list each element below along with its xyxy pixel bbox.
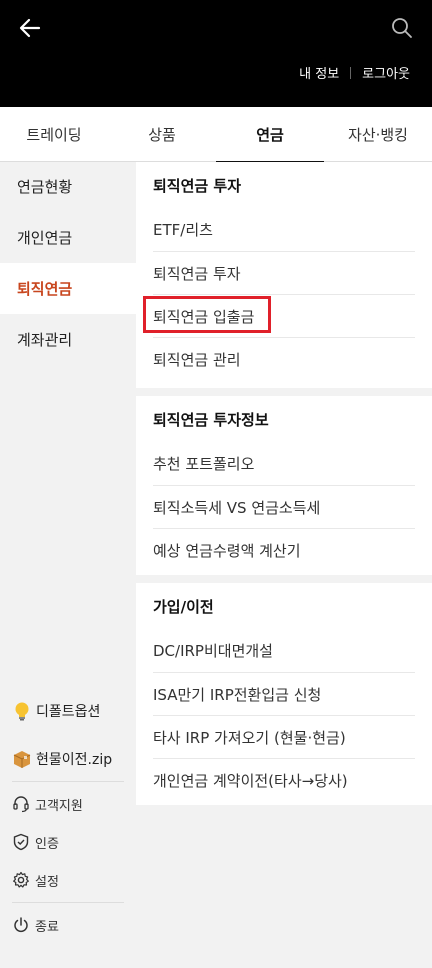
default-option-label: 디폴트옵션 [36,704,101,720]
divider [12,902,124,903]
search-icon [392,18,412,38]
shield-icon [12,833,30,851]
section-title: 가입/이전 [153,597,214,616]
menu-item-retirement-investment[interactable]: 퇴직연금 투자 [153,251,415,294]
section-retirement-info: 퇴직연금 투자정보 추천 포트폴리오 퇴직소득세 VS 연금소득세 예상 연금수… [136,396,432,575]
section-join-transfer: 가입/이전 DC/IRP비대면개설 ISA만기 IRP전환입금 신청 타사 IR… [136,583,432,805]
exit-label: 종료 [35,919,59,935]
menu-item-retirement-deposit-withdraw[interactable]: 퇴직연금 입출금 [153,294,415,337]
tab-assets-banking[interactable]: 자산·뱅킹 [324,107,432,162]
arrow-left-icon [19,18,41,38]
exit-button[interactable]: 종료 [0,906,136,944]
package-icon [12,749,32,769]
sidebar-item-account-management[interactable]: 계좌관리 [0,314,136,365]
settings-label: 설정 [35,874,59,890]
tab-trading[interactable]: 트레이딩 [0,107,108,162]
menu-item-pension-calculator[interactable]: 예상 연금수령액 계산기 [153,528,415,571]
menu-item-recommended-portfolio[interactable]: 추천 포트폴리오 [153,442,415,485]
header-links: 내 정보 로그아웃 [299,63,410,82]
top-header: 내 정보 로그아웃 [0,0,432,107]
sidebar-item-pension-status[interactable]: 연금현황 [0,161,136,212]
certificate-label: 인증 [35,836,59,852]
transfer-zip-link[interactable]: 현물이전.zip [0,740,136,778]
customer-support-link[interactable]: 고객지원 [0,785,136,823]
power-icon [12,916,30,934]
divider [12,781,124,782]
transfer-zip-label: 현물이전.zip [36,752,113,768]
menu-item-personal-pension-transfer[interactable]: 개인연금 계약이전(타사→당사) [153,758,415,801]
search-button[interactable] [386,12,418,44]
content-panel: 퇴직연금 투자 ETF/리츠 퇴직연금 투자 퇴직연금 입출금 퇴직연금 관리 … [136,162,432,968]
menu-item-isa-irp-transfer[interactable]: ISA만기 IRP전환입금 신청 [153,672,415,715]
logout-link[interactable]: 로그아웃 [362,63,410,82]
sidebar-item-personal-pension[interactable]: 개인연금 [0,212,136,263]
section-title: 퇴직연금 투자 [153,176,242,195]
menu-item-dc-irp-open[interactable]: DC/IRP비대면개설 [153,629,415,672]
tab-pension[interactable]: 연금 [216,107,324,163]
customer-support-label: 고객지원 [35,798,83,814]
section-retirement-investment: 퇴직연금 투자 ETF/리츠 퇴직연금 투자 퇴직연금 입출금 퇴직연금 관리 [136,162,432,388]
menu-item-import-irp[interactable]: 타사 IRP 가져오기 (현물·현금) [153,715,415,758]
sidebar: 연금현황 개인연금 퇴직연금 계좌관리 디폴트옵션 현물이전.zip 고객지원 … [0,162,136,968]
lightbulb-icon [12,701,32,721]
main-tabs: 트레이딩 상품 연금 자산·뱅킹 [0,107,432,163]
divider [350,66,352,79]
tab-products[interactable]: 상품 [108,107,216,162]
menu-item-etf-reits[interactable]: ETF/리츠 [153,208,415,251]
default-option-link[interactable]: 디폴트옵션 [0,692,136,730]
back-button[interactable] [14,12,46,44]
certificate-link[interactable]: 인증 [0,823,136,861]
menu-item-tax-comparison[interactable]: 퇴직소득세 VS 연금소득세 [153,485,415,528]
sidebar-tools: 디폴트옵션 현물이전.zip 고객지원 인증 설정 종료 [0,692,136,944]
gear-icon [12,871,30,889]
section-title: 퇴직연금 투자정보 [153,410,269,429]
settings-link[interactable]: 설정 [0,861,136,899]
menu-item-retirement-management[interactable]: 퇴직연금 관리 [153,337,415,380]
headset-icon [12,795,30,813]
sidebar-item-retirement-pension[interactable]: 퇴직연금 [0,263,136,314]
my-info-link[interactable]: 내 정보 [299,63,339,82]
